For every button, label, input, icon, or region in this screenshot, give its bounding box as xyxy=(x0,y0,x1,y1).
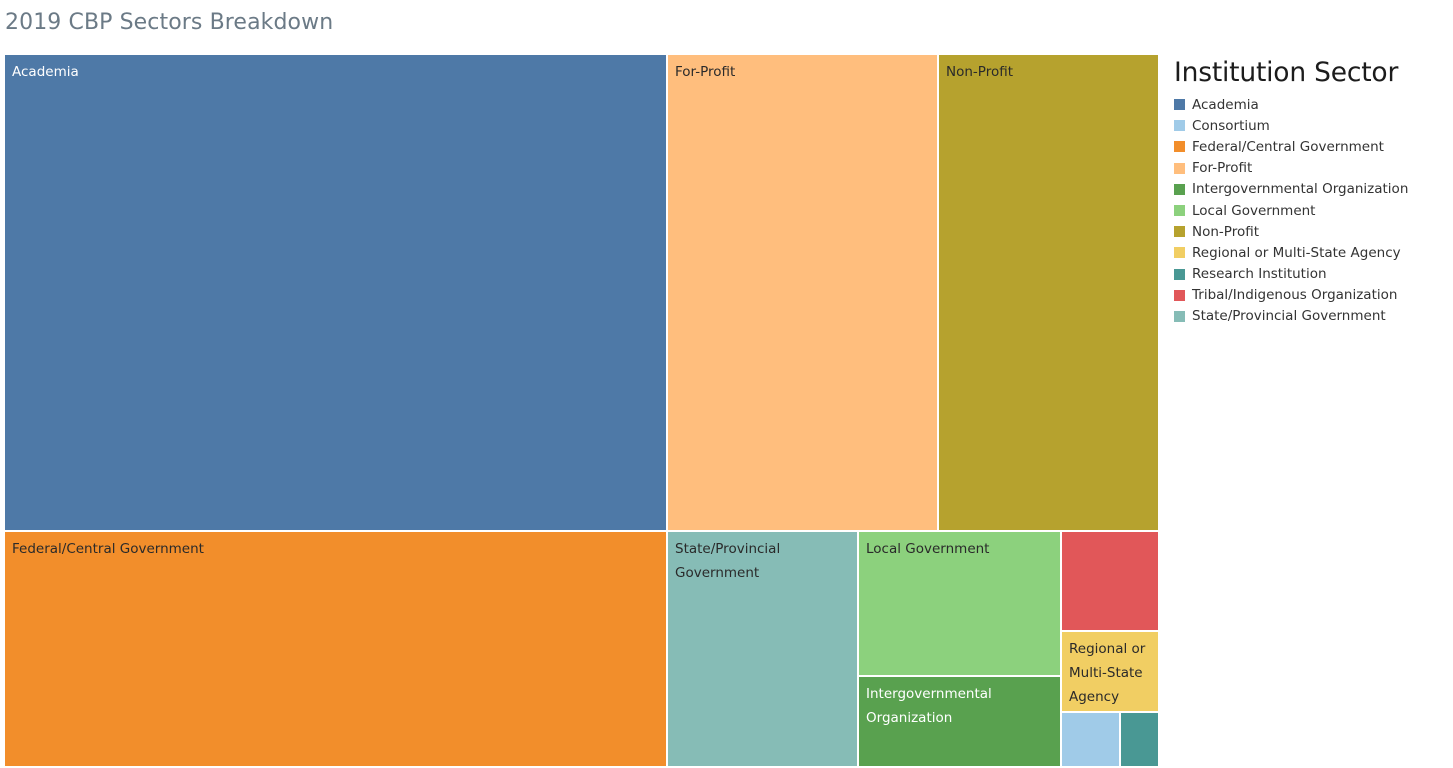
legend: Institution Sector Academia Consortium Fed… xyxy=(1174,56,1453,327)
legend-item-label: Non-Profit xyxy=(1192,223,1259,240)
legend-swatch-icon xyxy=(1174,120,1185,132)
legend-swatch-icon xyxy=(1174,310,1185,322)
treemap-cell-tribal-indigenous-organization[interactable] xyxy=(1062,532,1158,630)
legend-item-academia[interactable]: Academia xyxy=(1174,94,1453,115)
legend-swatch-icon xyxy=(1174,226,1185,238)
legend-item-label: Federal/Central Government xyxy=(1192,138,1384,155)
legend-item-research-institution[interactable]: Research Institution xyxy=(1174,264,1453,285)
legend-item-label: For-Profit xyxy=(1192,160,1253,177)
legend-swatch-icon xyxy=(1174,99,1185,111)
legend-item-list: Academia Consortium Federal/Central Govern… xyxy=(1174,94,1453,327)
legend-swatch-icon xyxy=(1174,183,1185,195)
legend-item-local-government[interactable]: Local Government xyxy=(1174,200,1453,221)
legend-swatch-icon xyxy=(1174,141,1185,153)
legend-item-for-profit[interactable]: For-Profit xyxy=(1174,158,1453,179)
legend-item-label: Tribal/Indigenous Organization xyxy=(1192,287,1398,304)
treemap-cell-label: Regional or Multi-State Agency xyxy=(1069,641,1146,705)
legend-swatch-icon xyxy=(1174,289,1185,301)
legend-item-consortium[interactable]: Consortium xyxy=(1174,115,1453,136)
treemap-cell-for-profit[interactable]: For-Profit xyxy=(668,55,937,530)
treemap-visualization: 2019 CBP Sectors Breakdown Academia For-P… xyxy=(0,0,1453,768)
treemap-cell-label: Local Government xyxy=(866,541,990,557)
treemap-cell-label: For-Profit xyxy=(675,64,736,80)
legend-item-state-provincial-government[interactable]: State/Provincial Government xyxy=(1174,306,1453,327)
legend-item-label: Research Institution xyxy=(1192,266,1327,283)
legend-item-non-profit[interactable]: Non-Profit xyxy=(1174,221,1453,242)
legend-swatch-icon xyxy=(1174,268,1185,280)
legend-swatch-icon xyxy=(1174,205,1185,217)
treemap-cell-research-institution[interactable] xyxy=(1121,713,1158,766)
legend-item-intergovernmental-organization[interactable]: Intergovernmental Organization xyxy=(1174,179,1453,200)
legend-swatch-icon xyxy=(1174,162,1185,174)
treemap-cell-state-provincial-government[interactable]: State/Provincial Government xyxy=(668,532,857,766)
legend-item-label: Local Government xyxy=(1192,202,1316,219)
legend-item-label: State/Provincial Government xyxy=(1192,308,1386,325)
legend-item-regional-or-multi-state-agency[interactable]: Regional or Multi-State Agency xyxy=(1174,242,1453,263)
treemap-cell-label: Federal/Central Government xyxy=(12,541,204,557)
treemap-cell-consortium[interactable] xyxy=(1062,713,1119,766)
treemap-cell-local-government[interactable]: Local Government xyxy=(859,532,1060,675)
legend-item-tribal-indigenous-organization[interactable]: Tribal/Indigenous Organization xyxy=(1174,285,1453,306)
treemap-cell-academia[interactable]: Academia xyxy=(5,55,666,530)
legend-item-label: Consortium xyxy=(1192,117,1270,134)
treemap-cell-label: Academia xyxy=(12,64,79,80)
page-title: 2019 CBP Sectors Breakdown xyxy=(5,10,334,35)
treemap-cell-regional-or-multi-state-agency[interactable]: Regional or Multi-State Agency xyxy=(1062,632,1158,711)
treemap-plot-area: Academia For-Profit Non-Profit Federal/Cent… xyxy=(5,55,1158,766)
legend-title: Institution Sector xyxy=(1174,57,1399,88)
treemap-cell-label: Non-Profit xyxy=(946,64,1013,80)
treemap-cell-federal-central-government[interactable]: Federal/Central Government xyxy=(5,532,666,766)
legend-item-label: Regional or Multi-State Agency xyxy=(1192,244,1401,261)
treemap-cell-label: Intergovernmental Organization xyxy=(866,686,992,726)
treemap-cell-label: State/Provincial Government xyxy=(675,541,781,581)
treemap-cell-intergovernmental-organization[interactable]: Intergovernmental Organization xyxy=(859,677,1060,766)
legend-item-label: Intergovernmental Organization xyxy=(1192,181,1409,198)
treemap-cell-non-profit[interactable]: Non-Profit xyxy=(939,55,1158,530)
legend-item-label: Academia xyxy=(1192,96,1259,113)
legend-item-federal-central-government[interactable]: Federal/Central Government xyxy=(1174,136,1453,157)
legend-swatch-icon xyxy=(1174,247,1185,259)
